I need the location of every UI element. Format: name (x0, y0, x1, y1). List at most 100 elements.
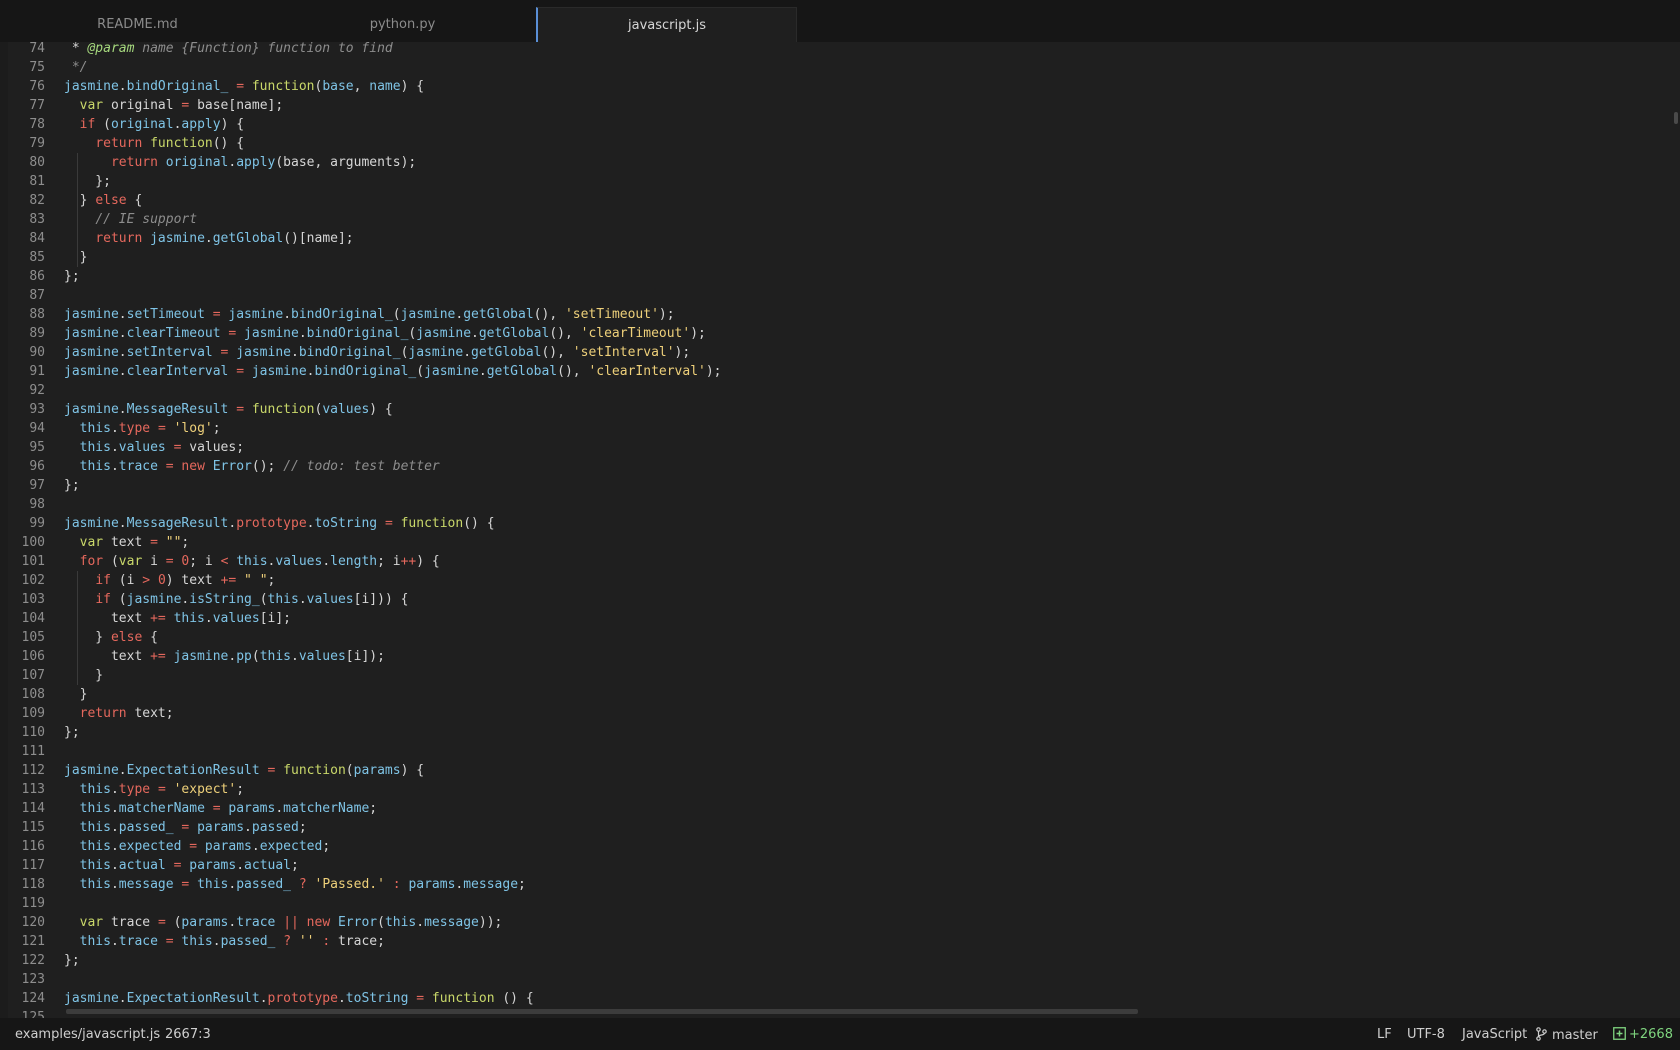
line-number: 86 (29, 269, 45, 284)
code-line[interactable]: 116 this.expected = params.expected; (8, 837, 1668, 856)
code-line[interactable]: 94 this.type = 'log'; (8, 419, 1668, 438)
tab-bar: README.md python.py javascript.js (0, 0, 1680, 42)
status-diff[interactable]: +2668 (1613, 1027, 1673, 1044)
code-line[interactable]: 109 return text; (8, 704, 1668, 723)
tab-javascript[interactable]: javascript.js (536, 7, 797, 42)
code-line[interactable]: 111 (8, 742, 1668, 761)
code-line[interactable]: 85 } (8, 248, 1668, 267)
code-line[interactable]: 74 * @param name {Function} function to … (8, 42, 1668, 58)
line-number: 93 (29, 402, 45, 417)
code-line[interactable]: 81 }; (8, 172, 1668, 191)
code-line[interactable]: 75 */ (8, 58, 1668, 77)
code-line[interactable]: 104 text += this.values[i]; (8, 609, 1668, 628)
status-bar: examples/javascript.js 2667:3 LF UTF-8 J… (0, 1018, 1680, 1050)
status-cursor-position[interactable]: 2667:3 (165, 1027, 211, 1042)
status-encoding[interactable]: UTF-8 (1407, 1027, 1445, 1042)
line-number: 104 (21, 611, 45, 626)
line-text: }; (64, 174, 111, 189)
line-number: 102 (21, 573, 45, 588)
code-line[interactable]: 93 jasmine.MessageResult = function(value… (8, 400, 1668, 419)
code-line[interactable]: 79 return function() { (8, 134, 1668, 153)
line-text: } (64, 687, 88, 702)
code-line[interactable]: 106 text += jasmine.pp(this.values[i]); (8, 647, 1668, 666)
status-line-ending[interactable]: LF (1377, 1027, 1392, 1042)
code-line[interactable]: 90 jasmine.setInterval = jasmine.bindOrig… (8, 343, 1668, 362)
code-line[interactable]: 118 this.message = this.passed_ ? 'Passe… (8, 875, 1668, 894)
code-line[interactable]: 123 (8, 970, 1668, 989)
code-line[interactable]: 97}; (8, 476, 1668, 495)
code-line[interactable]: 92 (8, 381, 1668, 400)
code-line[interactable]: 96 this.trace = new Error(); // todo: te… (8, 457, 1668, 476)
tab-python[interactable]: python.py (270, 7, 535, 42)
status-grammar[interactable]: JavaScript (1462, 1027, 1527, 1042)
code-line[interactable]: 114 this.matcherName = params.matcherNam… (8, 799, 1668, 818)
vertical-scrollbar[interactable] (1674, 112, 1678, 124)
code-line[interactable]: 77 var original = base[name]; (8, 96, 1668, 115)
line-number: 124 (21, 991, 45, 1006)
line-number: 81 (29, 174, 45, 189)
code-line[interactable]: 108 } (8, 685, 1668, 704)
code-line[interactable]: 95 this.values = values; (8, 438, 1668, 457)
line-number: 122 (21, 953, 45, 968)
line-text: text += this.values[i]; (64, 611, 291, 626)
code-line[interactable]: 103 if (jasmine.isString_(this.values[i]… (8, 590, 1668, 609)
code-line[interactable]: 110}; (8, 723, 1668, 742)
code-line[interactable]: 80 return original.apply(base, arguments… (8, 153, 1668, 172)
code-line[interactable]: 117 this.actual = params.actual; (8, 856, 1668, 875)
tab-readme[interactable]: README.md (0, 7, 275, 42)
status-file-path[interactable]: examples/javascript.js (15, 1027, 160, 1042)
code-line[interactable]: 113 this.type = 'expect'; (8, 780, 1668, 799)
code-line[interactable]: 86}; (8, 267, 1668, 286)
horizontal-scrollbar[interactable] (66, 1009, 1138, 1014)
code-line[interactable]: 122}; (8, 951, 1668, 970)
code-line[interactable]: 91 jasmine.clearInterval = jasmine.bindOr… (8, 362, 1668, 381)
code-line[interactable]: 119 (8, 894, 1668, 913)
line-text: }; (64, 269, 80, 284)
line-text: var trace = (params.trace || new Error(t… (79, 915, 503, 930)
code-line[interactable]: 102 if (i > 0) text += " "; (8, 571, 1668, 590)
line-number: 111 (21, 744, 45, 759)
code-line[interactable]: 84 return jasmine.getGlobal()[name]; (8, 229, 1668, 248)
code-line[interactable]: 100 var text = ""; (8, 533, 1668, 552)
line-text: */ (71, 60, 88, 75)
line-number: 90 (29, 345, 45, 360)
line-text: * @param name {Function} function to fin… (64, 42, 393, 56)
code-line[interactable]: 124 jasmine.ExpectationResult.prototype.t… (8, 989, 1668, 1008)
status-branch[interactable]: master (1536, 1027, 1598, 1045)
code-line[interactable]: 89 jasmine.clearTimeout = jasmine.bindOri… (8, 324, 1668, 343)
code-line[interactable]: 120 var trace = (params.trace || new Err… (8, 913, 1668, 932)
line-number: 109 (21, 706, 45, 721)
code-line[interactable]: 107 } (8, 666, 1668, 685)
code-line[interactable]: 105 } else { (8, 628, 1668, 647)
code-line[interactable]: 76 jasmine.bindOriginal_ = function(base,… (8, 77, 1668, 96)
line-text: return text; (79, 706, 174, 721)
code-line[interactable]: 98 (8, 495, 1668, 514)
line-text: // IE support (95, 212, 198, 227)
code-editor[interactable]: 74 * @param name {Function} function to … (8, 42, 1680, 1018)
line-number: 121 (21, 934, 45, 949)
code-line[interactable]: 82 } else { (8, 191, 1668, 210)
line-number: 91 (29, 364, 45, 379)
code-line[interactable]: 83 // IE support (8, 210, 1668, 229)
code-line[interactable]: 101 for (var i = 0; i < this.values.leng… (8, 552, 1668, 571)
line-text: if (jasmine.isString_(this.values[i])) { (95, 592, 409, 607)
line-number: 115 (21, 820, 45, 835)
line-text: var original = base[name]; (79, 98, 284, 113)
code-line[interactable]: 88 jasmine.setTimeout = jasmine.bindOrigi… (8, 305, 1668, 324)
line-number: 118 (21, 877, 45, 892)
code-line[interactable]: 78 if (original.apply) { (8, 115, 1668, 134)
line-number: 89 (29, 326, 45, 341)
code-line[interactable]: 87 (8, 286, 1668, 305)
line-number: 96 (29, 459, 45, 474)
code-line[interactable]: 115 this.passed_ = params.passed; (8, 818, 1668, 837)
code-line[interactable]: 112 jasmine.ExpectationResult = function(… (8, 761, 1668, 780)
line-number: 85 (29, 250, 45, 265)
line-text: }; (64, 953, 80, 968)
line-text: jasmine.bindOriginal_ = function(base, n… (64, 79, 425, 94)
line-number: 98 (29, 497, 45, 512)
line-number: 92 (29, 383, 45, 398)
code-line[interactable]: 121 this.trace = this.passed_ ? '' : tra… (8, 932, 1668, 951)
line-text: return original.apply(base, arguments); (110, 155, 417, 170)
line-number: 116 (21, 839, 45, 854)
code-line[interactable]: 99 jasmine.MessageResult.prototype.toStri… (8, 514, 1668, 533)
